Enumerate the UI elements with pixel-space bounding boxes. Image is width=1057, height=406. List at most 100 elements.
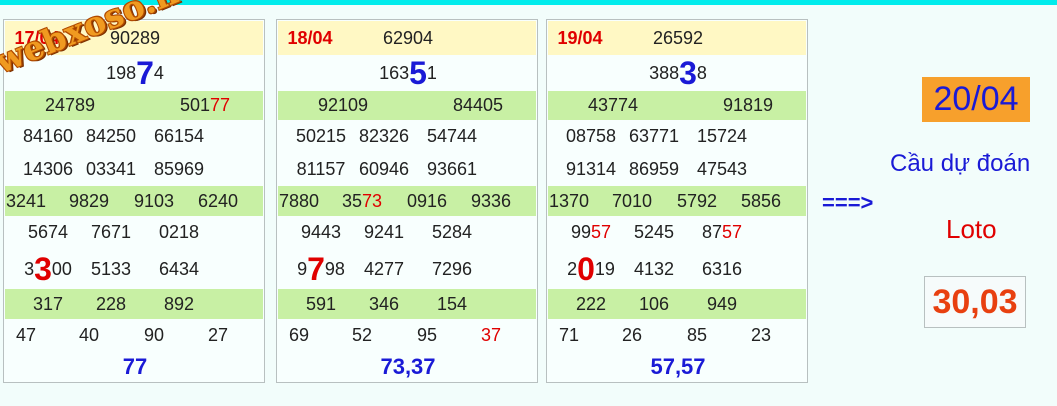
loto-highlight: 57 xyxy=(591,222,612,242)
prize-row: 14306 03341 85969 xyxy=(5,153,263,186)
number-text: 91314 xyxy=(565,159,617,179)
prize-number: 6434 xyxy=(159,249,199,289)
number-text: 23 xyxy=(750,324,772,345)
prize-number: 85969 xyxy=(154,153,204,186)
prize-number: 9241 xyxy=(364,216,404,249)
number-text: 43774 xyxy=(587,95,639,115)
prize-number: 346 xyxy=(369,289,399,319)
prize-number: 63771 xyxy=(629,120,679,153)
number-text: 106 xyxy=(638,293,670,314)
number-text: 91819 xyxy=(722,95,774,115)
number-text: 26 xyxy=(621,324,643,345)
highlight-digit: 7 xyxy=(307,251,325,287)
number-text: 90 xyxy=(143,324,165,345)
prize-number: 52 xyxy=(352,319,372,351)
number-text: 92109 xyxy=(317,95,369,115)
number-text: 63771 xyxy=(628,126,680,146)
prediction-date: 20/04 xyxy=(922,77,1030,122)
prize-row: 5674 7671 0218 xyxy=(5,216,263,249)
prize-row: 77 xyxy=(5,351,263,383)
prize-row: 91314 86959 47543 xyxy=(548,153,806,186)
number-text: 591 xyxy=(305,293,337,314)
prize-number: 87 57 xyxy=(702,216,742,249)
number-text: 03341 xyxy=(85,159,137,179)
prize-number: 23 xyxy=(751,319,771,351)
number-text: 27 xyxy=(207,324,229,345)
number-text: 6434 xyxy=(158,258,200,279)
number-text: 93661 xyxy=(426,159,478,179)
digits: 8 xyxy=(696,62,707,83)
prize-row: 591 346 154 xyxy=(278,289,536,319)
prize-number: 03341 xyxy=(86,153,136,186)
digits: 163 xyxy=(379,62,410,83)
number-text: 71 xyxy=(558,324,580,345)
result-card: 19/04 26592 388 3 8 43774 91819 08758 63771 15724… xyxy=(546,19,808,383)
loto-highlight: 77 xyxy=(210,95,231,115)
number-text: 24789 xyxy=(44,95,96,115)
prize-row: 1370 7010 5792 5856 xyxy=(548,186,806,216)
highlight-digit: 0 xyxy=(577,251,595,287)
prize-number: 84250 xyxy=(86,120,136,153)
number-text: 85 xyxy=(686,324,708,345)
draw-date: 18/04 xyxy=(287,21,332,55)
number-text: 14306 xyxy=(22,159,74,179)
number-text: 5674 xyxy=(27,222,69,242)
result-card: 17/04 90289 198 7 4 24789 501 77 84160 84250 66154… xyxy=(3,19,265,383)
number-text: 5284 xyxy=(431,222,473,242)
number-text: 95 xyxy=(416,324,438,345)
prize-number: 27 xyxy=(208,319,228,351)
special-prize: 90289 xyxy=(110,21,160,55)
number-text: 4277 xyxy=(363,258,405,279)
number-text: 15724 xyxy=(696,126,748,146)
number-text: 9829 xyxy=(68,190,110,211)
date-text: 19/04 xyxy=(557,27,603,48)
prize-number: 154 xyxy=(437,289,467,319)
number-text: 40 xyxy=(78,324,100,345)
number-text: 1370 xyxy=(548,190,590,211)
number-text: 7671 xyxy=(90,222,132,242)
first-prize: 388 3 8 xyxy=(649,55,707,91)
prize-number: 84405 xyxy=(453,91,503,120)
number-text: 50215 xyxy=(295,126,347,146)
digits: 2 xyxy=(567,258,578,279)
prize-row: 19/04 26592 xyxy=(548,21,806,55)
prize-number: 54744 xyxy=(427,120,477,153)
result-value: 73,37 xyxy=(380,351,435,383)
prize-number: 95 xyxy=(417,319,437,351)
number-text: 5133 xyxy=(90,258,132,279)
prize-row: 388 3 8 xyxy=(548,55,806,91)
highlight-digit: 3 xyxy=(34,251,52,287)
prize-row: 24789 501 77 xyxy=(5,91,263,120)
prize-number: 4132 xyxy=(634,249,674,289)
prize-row: 9443 9241 5284 xyxy=(278,216,536,249)
prize-number: 60946 xyxy=(359,153,409,186)
prize-number: 5133 xyxy=(91,249,131,289)
arrow-indicator: ===> xyxy=(822,190,874,215)
number-text: 81157 xyxy=(296,159,346,179)
prize-number: 9443 xyxy=(301,216,341,249)
prize-number: 26 xyxy=(622,319,642,351)
number-text: 9443 xyxy=(300,222,342,242)
prize-number: 69 xyxy=(289,319,309,351)
result-text: 57,57 xyxy=(650,354,706,379)
number-text: 5792 xyxy=(676,190,718,211)
highlight-digit: 3 xyxy=(679,55,697,91)
number-text: 9103 xyxy=(133,190,175,211)
prize-number: 9829 xyxy=(69,186,109,216)
prize-number: 43774 xyxy=(588,91,638,120)
prize-row: 2 0 19 4132 6316 xyxy=(548,249,806,289)
prize-number: 7880 xyxy=(279,186,319,216)
number-text: 0916 xyxy=(406,190,448,211)
digits: 4 xyxy=(153,62,164,83)
top-bar xyxy=(0,0,1057,5)
prize-row: 50215 82326 54744 xyxy=(278,120,536,153)
number-text: 54744 xyxy=(426,126,478,146)
prize-number: 71 xyxy=(559,319,579,351)
number-text: 66154 xyxy=(153,126,205,146)
number-text: 949 xyxy=(706,293,738,314)
highlight-digit: 5 xyxy=(409,55,427,91)
number-text: 84160 xyxy=(22,126,74,146)
prize-number: 86959 xyxy=(629,153,679,186)
prize-number: 0916 xyxy=(407,186,447,216)
prize-number: 47 xyxy=(16,319,36,351)
